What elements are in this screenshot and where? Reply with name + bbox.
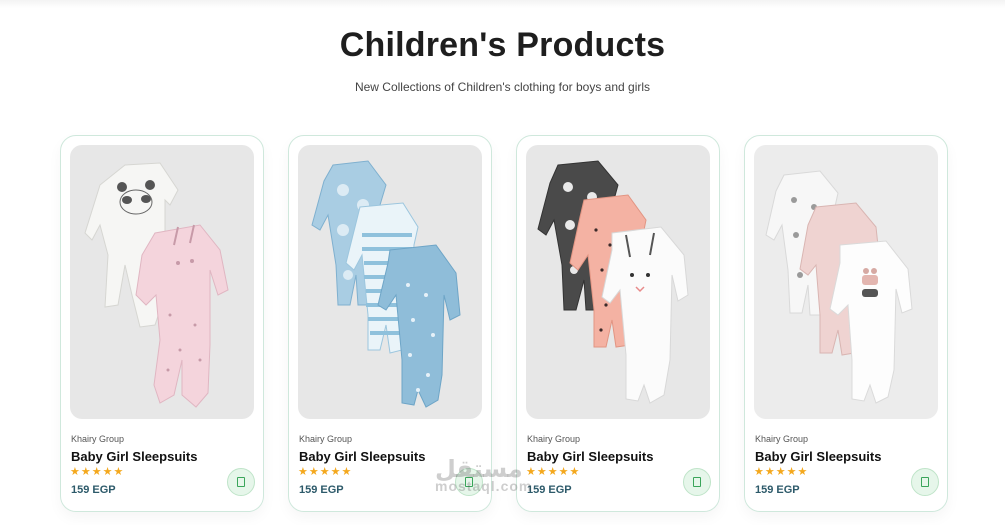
product-brand: Khairy Group — [299, 434, 353, 444]
product-price: 159 EGP — [71, 484, 116, 496]
product-price: 159 EGP — [755, 484, 800, 496]
product-image[interactable] — [70, 145, 254, 419]
add-to-cart-button[interactable] — [455, 468, 483, 496]
sleepsuit-image — [765, 170, 913, 404]
add-to-cart-button[interactable] — [911, 468, 939, 496]
product-image[interactable] — [754, 145, 938, 419]
rating-stars: ★★★★★ — [70, 466, 125, 478]
product-price: 159 EGP — [299, 484, 344, 496]
product-name[interactable]: Baby Girl Sleepsuits — [527, 449, 653, 464]
product-card[interactable]: Khairy Group Baby Girl Sleepsuits ★★★★★ … — [516, 135, 720, 512]
product-image[interactable] — [526, 145, 710, 419]
rating-stars: ★★★★★ — [754, 466, 809, 478]
sleepsuit-image — [311, 160, 461, 408]
product-card[interactable]: Khairy Group Baby Girl Sleepsuits ★★★★★ … — [744, 135, 948, 512]
product-card[interactable]: Khairy Group Baby Girl Sleepsuits ★★★★★ … — [60, 135, 264, 512]
cart-icon — [693, 477, 701, 487]
product-grid: Khairy Group Baby Girl Sleepsuits ★★★★★ … — [60, 135, 948, 512]
cart-icon — [465, 477, 473, 487]
rating-stars: ★★★★★ — [298, 466, 353, 478]
product-brand: Khairy Group — [71, 434, 125, 444]
product-brand: Khairy Group — [755, 434, 809, 444]
add-to-cart-button[interactable] — [683, 468, 711, 496]
page-subtitle: New Collections of Children's clothing f… — [354, 80, 651, 94]
page-title: Children's Products — [339, 26, 666, 64]
product-card[interactable]: Khairy Group Baby Girl Sleepsuits ★★★★★ … — [288, 135, 492, 512]
product-name[interactable]: Baby Girl Sleepsuits — [755, 449, 881, 464]
sleepsuit-image — [84, 162, 229, 408]
cart-icon — [237, 477, 245, 487]
top-shadow-bar — [0, 0, 1005, 8]
cart-icon — [921, 477, 929, 487]
product-brand: Khairy Group — [527, 434, 581, 444]
sleepsuit-image — [537, 160, 689, 404]
rating-stars: ★★★★★ — [526, 466, 581, 478]
product-name[interactable]: Baby Girl Sleepsuits — [71, 449, 197, 464]
add-to-cart-button[interactable] — [227, 468, 255, 496]
product-image[interactable] — [298, 145, 482, 419]
product-price: 159 EGP — [527, 484, 572, 496]
product-name[interactable]: Baby Girl Sleepsuits — [299, 449, 425, 464]
